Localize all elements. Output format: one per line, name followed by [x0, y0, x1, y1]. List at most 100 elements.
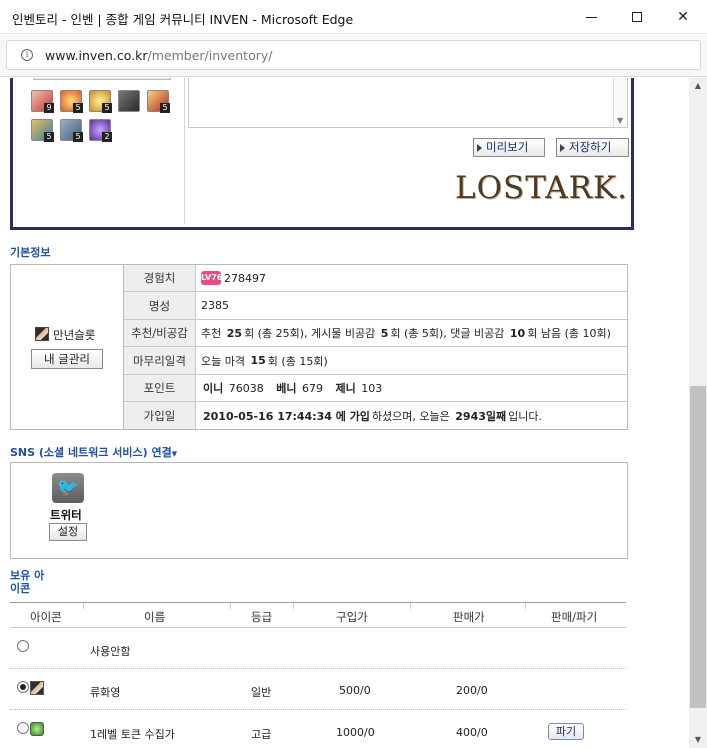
- exp-value-cell: LV76 278497: [201, 265, 266, 291]
- preview-button[interactable]: 미리보기: [473, 138, 545, 157]
- finish-rest: 회 (총 15회): [267, 354, 328, 368]
- beny-label: 베니: [276, 382, 297, 395]
- finish-row: 마무리일격 오늘 마격 15 회 (총 15회): [124, 347, 627, 375]
- finish-value: 오늘 마격 15 회 (총 15회): [201, 347, 328, 374]
- nickname: 만년슬롯: [53, 328, 96, 342]
- gold-orb-icon[interactable]: 5: [89, 90, 112, 113]
- discard-button[interactable]: 파기: [548, 723, 584, 740]
- table-header: 아이콘 이름 등급 구입가 판매가 판매/파기: [10, 602, 626, 628]
- recommend-rest: 회 (총 25회), 게시물 비공감: [244, 327, 376, 340]
- minimize-icon: [585, 16, 597, 18]
- joined-end: 입니다.: [508, 409, 542, 423]
- fame-label: 명성: [124, 292, 196, 319]
- dislike-count: 5: [380, 326, 389, 340]
- icon-radio[interactable]: [17, 722, 29, 734]
- scroll-down-icon[interactable]: ▼: [689, 732, 707, 748]
- scroll-up-icon[interactable]: ▲: [689, 78, 707, 94]
- scroll-down-icon[interactable]: ▼: [617, 116, 623, 125]
- col-buy: 구입가: [336, 610, 368, 624]
- icon-buy-price: 500/0: [339, 684, 371, 697]
- twitter-icon[interactable]: 🐦: [52, 473, 84, 503]
- basic-info-table: 만년슬롯 내 글관리 경험치 LV76 278497 명성 2385 추천/비공…: [10, 264, 628, 430]
- icon-grade: 일반: [251, 686, 272, 699]
- profile-editor-frame: 9 5 5 5 5 5 2 ▼ 미리보기 저장하기 LOSTARK.: [10, 78, 634, 230]
- owned-icons-title: 보유 아 이콘: [10, 569, 44, 595]
- window-titlebar: 인벤토리 - 인벤 | 종합 게임 커뮤니티 INVEN - Microsoft…: [0, 0, 707, 34]
- item-count: 5: [160, 103, 170, 113]
- maximize-button[interactable]: [614, 0, 660, 34]
- joined-mid: 하셨으며, 오늘은: [371, 409, 450, 423]
- url-text[interactable]: www.inven.co.kr/member/inventory/: [45, 48, 272, 63]
- close-icon: ✕: [677, 9, 689, 25]
- icon-sell-price: 200/0: [456, 684, 488, 697]
- fame-row: 명성 2385: [124, 292, 627, 320]
- window-title: 인벤토리 - 인벤 | 종합 게임 커뮤니티 INVEN - Microsoft…: [12, 12, 354, 27]
- twitter-setting-button[interactable]: 설정: [49, 523, 87, 541]
- red-gem-icon[interactable]: 5: [147, 90, 170, 113]
- finish-count: 15: [250, 354, 266, 367]
- icon-radio[interactable]: [17, 681, 29, 693]
- blue-sword-icon[interactable]: 5: [31, 119, 54, 142]
- scroll-thumb[interactable]: [690, 386, 706, 708]
- portrait-icon: [30, 681, 44, 695]
- point-row: 포인트 이니 76038 베니 679 제니 103: [124, 375, 627, 402]
- purple-orb-icon[interactable]: 2: [89, 119, 112, 142]
- inny-label: 이니: [203, 382, 224, 395]
- minimize-button[interactable]: [568, 0, 614, 34]
- joined-label: 가입일: [124, 402, 196, 429]
- item-count: 2: [102, 132, 112, 142]
- icon-radio[interactable]: [17, 640, 29, 652]
- exp-value: 278497: [224, 271, 266, 285]
- joined-days: 2943일째: [455, 409, 507, 423]
- joined-date: 2010-05-16 17:44:34 에 가입: [203, 409, 370, 423]
- caret-down-icon: ▼: [171, 450, 178, 458]
- inny-value: 76038: [228, 381, 264, 395]
- red-potion-icon[interactable]: 9: [31, 90, 54, 113]
- table-row: 류화영 일반 500/0 200/0: [10, 669, 626, 710]
- table-row: 사용안함: [10, 629, 626, 669]
- textarea-scrollbar[interactable]: ▼: [613, 78, 627, 127]
- icon-buy-price: 1000/0: [336, 726, 375, 739]
- icon-name: 사용안함: [90, 645, 131, 658]
- lostark-logo: LOSTARK.: [455, 170, 628, 206]
- owned-icons-title-line2: 이콘: [10, 582, 31, 595]
- level-badge: LV76: [201, 271, 222, 285]
- orange-orb-icon[interactable]: 5: [60, 90, 83, 113]
- profile-cell: 만년슬롯 내 글관리: [11, 265, 124, 429]
- sns-box: 🐦 트위터 설정: [10, 462, 628, 559]
- point-label: 포인트: [124, 375, 196, 401]
- header-divider: [230, 603, 231, 609]
- dislike-rest: 회 (총 5회), 댓글 비공감: [390, 327, 505, 340]
- joined-value: 2010-05-16 17:44:34 에 가입 하셨으며, 오늘은 2943일째…: [201, 402, 542, 429]
- col-grade: 등급: [251, 610, 273, 624]
- url-domain: www.inven.co.kr: [45, 48, 148, 63]
- page-content: 9 5 5 5 5 5 2 ▼ 미리보기 저장하기 LOSTARK. 기본정보 …: [0, 78, 689, 748]
- hammer-icon[interactable]: [118, 90, 140, 112]
- item-count: 9: [44, 103, 54, 113]
- signature-textarea[interactable]: ▼: [188, 78, 628, 128]
- twitter-label: 트위터: [50, 508, 82, 522]
- partial-button[interactable]: [33, 78, 171, 80]
- vertical-scrollbar[interactable]: ▲ ▼: [689, 78, 707, 748]
- info-icon[interactable]: i: [21, 49, 33, 61]
- close-button[interactable]: ✕: [660, 0, 706, 34]
- avatar: [35, 327, 49, 341]
- save-button[interactable]: 저장하기: [556, 138, 629, 157]
- jeny-value: 103: [361, 381, 383, 395]
- finish-label: 마무리일격: [124, 347, 196, 374]
- recommend-prefix: 추천: [201, 327, 222, 340]
- col-action: 판매/파기: [551, 610, 598, 624]
- manage-posts-button[interactable]: 내 글관리: [31, 349, 103, 369]
- shield-icon[interactable]: 5: [60, 119, 83, 142]
- maximize-icon: [632, 12, 642, 22]
- item-count: 5: [44, 132, 54, 142]
- col-icon: 아이콘: [30, 610, 62, 624]
- comment-dislike-rest: 회 남음 (총 10회): [527, 327, 611, 340]
- sns-title[interactable]: SNS (소셜 네트워크 서비스) 연결▼: [10, 444, 177, 460]
- icon-sell-price: 400/0: [456, 726, 488, 739]
- url-path: /member/inventory/: [147, 48, 273, 63]
- url-field[interactable]: i www.inven.co.kr/member/inventory/: [6, 40, 701, 70]
- recommend-value: 추천 25 회 (총 25회), 게시물 비공감 5회 (총 5회), 댓글 비공…: [201, 320, 611, 346]
- token-collector-icon: [30, 722, 44, 736]
- icon-name: 1레벨 토큰 수집가: [90, 728, 175, 741]
